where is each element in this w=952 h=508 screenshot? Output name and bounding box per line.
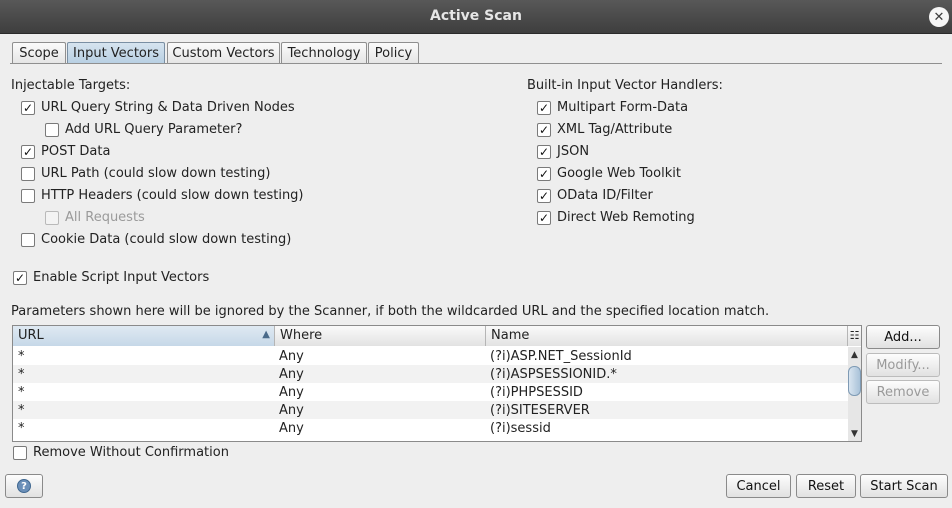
checkbox-xml[interactable]: ✓ — [537, 123, 551, 137]
checkbox-cookie-data[interactable] — [21, 233, 35, 247]
label-dwr: Direct Web Remoting — [557, 210, 695, 225]
help-button[interactable]: ? — [5, 474, 43, 498]
label-json: JSON — [557, 144, 590, 159]
title-bar: Active Scan ✕ — [0, 0, 952, 34]
checkbox-url-query[interactable]: ✓ — [21, 101, 35, 115]
cell-url: * — [18, 349, 25, 364]
add-button[interactable]: Add... — [866, 325, 940, 349]
label-all-requests: All Requests — [65, 210, 145, 225]
table-header: URL ▲ Where Name ☷ — [13, 326, 861, 346]
label-post-data: POST Data — [41, 144, 111, 159]
cell-where: Any — [279, 349, 304, 364]
tab-scope[interactable]: Scope — [12, 42, 66, 64]
remove-button[interactable]: Remove — [866, 380, 940, 404]
tab-divider — [10, 63, 942, 64]
label-url-path: URL Path (could slow down testing) — [41, 166, 271, 181]
window-title: Active Scan — [430, 8, 522, 24]
close-icon[interactable]: ✕ — [929, 7, 949, 27]
table-row[interactable]: * Any (?i)SITESERVER — [13, 401, 848, 419]
label-cookie-data: Cookie Data (could slow down testing) — [41, 232, 292, 247]
params-table[interactable]: URL ▲ Where Name ☷ * Any (?i)ASP.NET_Ses… — [12, 325, 862, 442]
checkbox-dwr[interactable]: ✓ — [537, 211, 551, 225]
cell-where: Any — [279, 421, 304, 436]
injectable-heading: Injectable Targets: — [11, 78, 131, 93]
cell-where: Any — [279, 385, 304, 400]
label-http-headers: HTTP Headers (could slow down testing) — [41, 188, 304, 203]
cell-name: (?i)SITESERVER — [490, 403, 590, 418]
tab-custom-vectors[interactable]: Custom Vectors — [167, 42, 280, 64]
cancel-button[interactable]: Cancel — [726, 474, 791, 498]
reset-button[interactable]: Reset — [796, 474, 856, 498]
column-header-url[interactable]: URL ▲ — [13, 326, 275, 346]
label-multipart: Multipart Form-Data — [557, 100, 689, 115]
tab-input-vectors[interactable]: Input Vectors — [67, 42, 165, 64]
table-row[interactable]: * Any (?i)ASP.NET_SessionId — [13, 347, 848, 365]
start-scan-button[interactable]: Start Scan — [860, 474, 948, 498]
column-control-icon[interactable]: ☷ — [848, 326, 861, 346]
tab-policy[interactable]: Policy — [368, 42, 419, 64]
cell-name: (?i)ASP.NET_SessionId — [490, 349, 632, 364]
table-scrollbar[interactable]: ▲ ▼ — [848, 347, 861, 441]
tab-technology[interactable]: Technology — [281, 42, 367, 64]
help-icon: ? — [17, 479, 31, 493]
checkbox-remove-without-confirmation[interactable] — [13, 446, 27, 460]
cell-name: (?i)sessid — [490, 421, 551, 436]
label-odata: OData ID/Filter — [557, 188, 653, 203]
label-xml: XML Tag/Attribute — [557, 122, 673, 137]
label-remove-without-confirmation: Remove Without Confirmation — [33, 445, 229, 460]
label-script-input-vectors: Enable Script Input Vectors — [33, 270, 210, 285]
cell-url: * — [18, 403, 25, 418]
column-header-where[interactable]: Where — [275, 326, 486, 346]
checkbox-multipart[interactable]: ✓ — [537, 101, 551, 115]
table-row[interactable]: * Any (?i)ASPSESSIONID.* — [13, 365, 848, 383]
label-gwt: Google Web Toolkit — [557, 166, 681, 181]
cell-where: Any — [279, 403, 304, 418]
label-add-url-query-param: Add URL Query Parameter? — [65, 122, 243, 137]
checkbox-http-headers[interactable] — [21, 189, 35, 203]
sort-ascending-icon: ▲ — [262, 329, 270, 340]
scroll-up-icon[interactable]: ▲ — [848, 349, 861, 361]
column-header-name[interactable]: Name — [486, 326, 848, 346]
cell-url: * — [18, 421, 25, 436]
cell-where: Any — [279, 367, 304, 382]
checkbox-gwt[interactable]: ✓ — [537, 167, 551, 181]
checkbox-post-data[interactable]: ✓ — [21, 145, 35, 159]
cell-name: (?i)ASPSESSIONID.* — [490, 367, 617, 382]
label-url-query: URL Query String & Data Driven Nodes — [41, 100, 295, 115]
checkbox-odata[interactable]: ✓ — [537, 189, 551, 203]
table-row[interactable]: * Any (?i)PHPSESSID — [13, 383, 848, 401]
modify-button[interactable]: Modify... — [866, 353, 940, 377]
column-header-url-label: URL — [18, 328, 44, 343]
cell-url: * — [18, 367, 25, 382]
scroll-down-icon[interactable]: ▼ — [848, 428, 861, 440]
params-description: Parameters shown here will be ignored by… — [11, 304, 770, 319]
scroll-thumb[interactable] — [848, 366, 861, 396]
checkbox-add-url-query-param[interactable] — [45, 123, 59, 137]
handlers-heading: Built-in Input Vector Handlers: — [527, 78, 723, 93]
cell-name: (?i)PHPSESSID — [490, 385, 583, 400]
cell-url: * — [18, 385, 25, 400]
checkbox-script-input-vectors[interactable]: ✓ — [13, 271, 27, 285]
table-row[interactable]: * Any (?i)sessid — [13, 419, 848, 437]
checkbox-url-path[interactable] — [21, 167, 35, 181]
checkbox-json[interactable]: ✓ — [537, 145, 551, 159]
checkbox-all-requests[interactable] — [45, 211, 59, 225]
